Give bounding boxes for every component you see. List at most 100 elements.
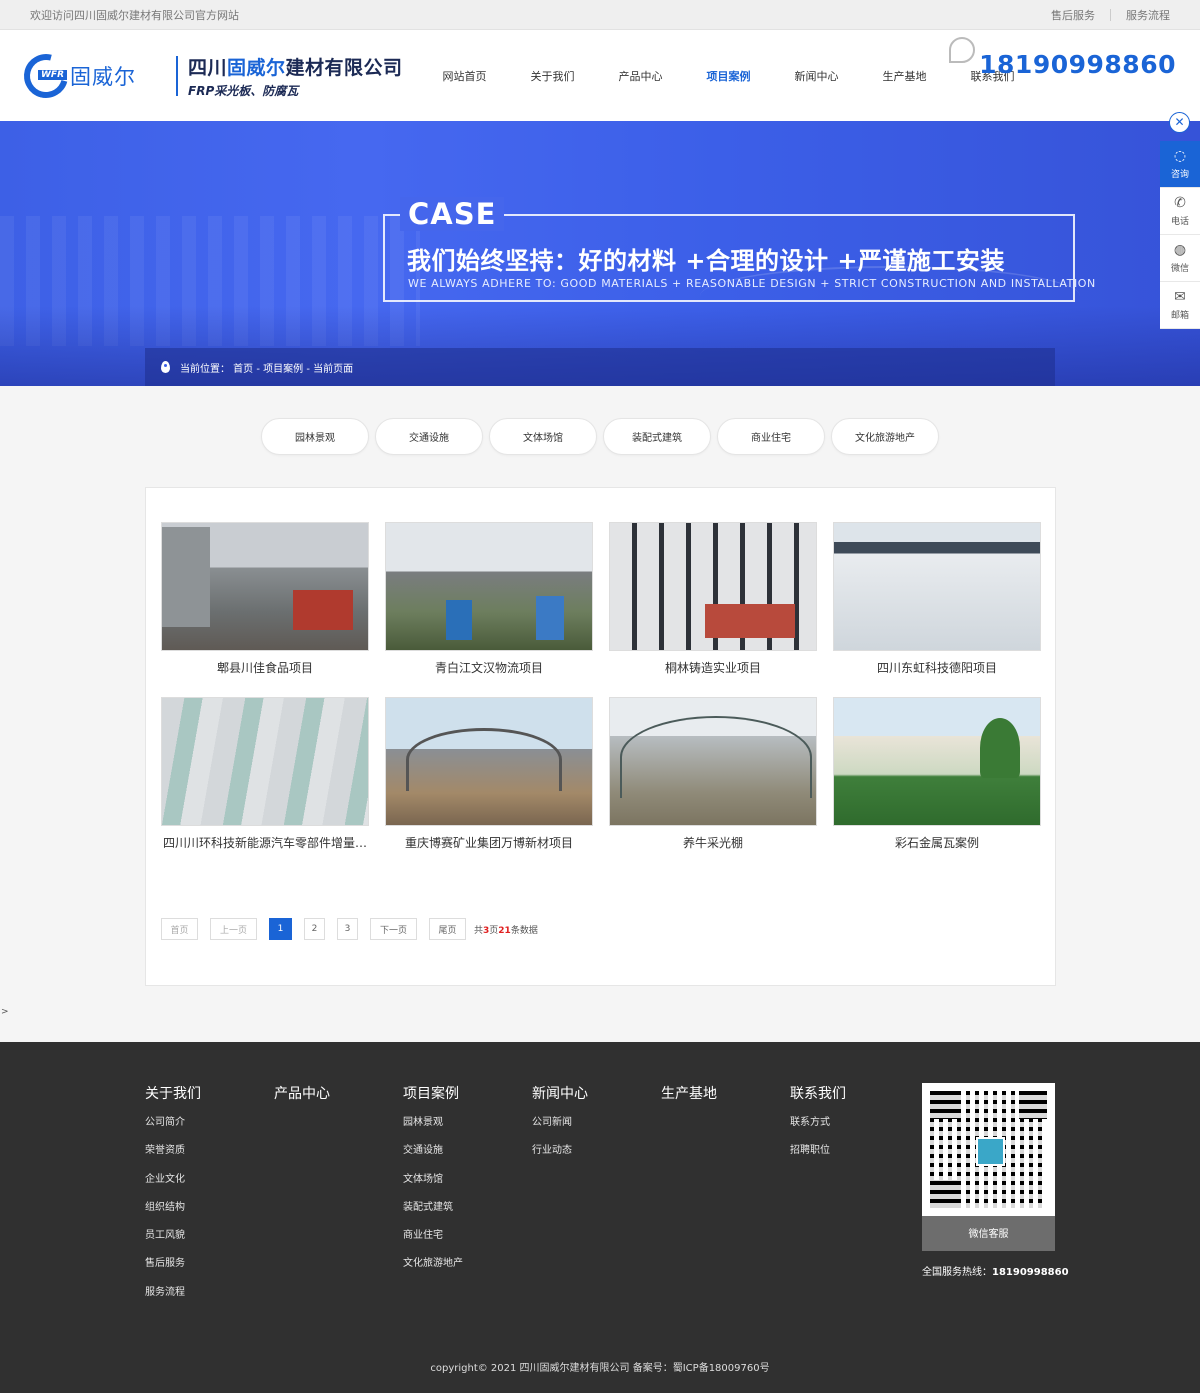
case-image[interactable] xyxy=(161,522,369,651)
pager-last[interactable]: 尾页 xyxy=(429,918,466,940)
footer-link[interactable]: 企业文化 xyxy=(145,1172,274,1200)
company-name-prefix: 四川 xyxy=(188,56,228,79)
case-title[interactable]: 青白江文汉物流项目 xyxy=(385,651,593,686)
side-item-consult[interactable]: ◌ 咨询 xyxy=(1160,141,1200,188)
tab-commercial-residential[interactable]: 商业住宅 xyxy=(717,418,825,455)
side-close-button[interactable]: ✕ xyxy=(1169,112,1190,133)
phone-number: 18190998860 xyxy=(979,50,1176,79)
case-list-panel: 郫县川佳食品项目 青白江文汉物流项目 桐林铸造实业项目 四川东虹科技德阳项目 四… xyxy=(145,487,1056,986)
case-card[interactable]: 养牛采光棚 xyxy=(609,697,817,861)
banner-slogan-en: WE ALWAYS ADHERE TO: GOOD MATERIALS + RE… xyxy=(408,277,1096,290)
case-image[interactable] xyxy=(385,697,593,826)
footer-link[interactable]: 荣誉资质 xyxy=(145,1143,274,1171)
footer-col-title[interactable]: 联系我们 xyxy=(790,1083,919,1102)
tab-traffic[interactable]: 交通设施 xyxy=(375,418,483,455)
footer-link[interactable]: 行业动态 xyxy=(532,1143,661,1171)
banner-slogan: 我们始终坚持：好的材料 +合理的设计 +严谨施工安装 xyxy=(407,247,1005,275)
case-card[interactable]: 四川东虹科技德阳项目 xyxy=(833,522,1041,686)
case-image[interactable] xyxy=(609,697,817,826)
nav-products[interactable]: 产品中心 xyxy=(619,68,707,84)
wechat-icon: ◍ xyxy=(1173,242,1187,258)
pager-page-1[interactable]: 1 xyxy=(269,918,292,940)
case-grid: 郫县川佳食品项目 青白江文汉物流项目 桐林铸造实业项目 四川东虹科技德阳项目 四… xyxy=(161,522,1041,861)
welcome-text: 欢迎访问四川固威尔建材有限公司官方网站 xyxy=(30,8,239,22)
footer-col-title[interactable]: 项目案例 xyxy=(403,1083,532,1102)
case-title[interactable]: 四川川环科技新能源汽车零部件增量… xyxy=(161,826,369,861)
case-image[interactable] xyxy=(161,697,369,826)
hotline-label: 全国服务热线： xyxy=(922,1267,992,1278)
case-image[interactable] xyxy=(833,697,1041,826)
footer-link[interactable]: 交通设施 xyxy=(403,1143,532,1171)
logo[interactable]: WFR 固威尔 xyxy=(15,45,156,106)
footer-columns: 关于我们 公司简介 荣誉资质 企业文化 组织结构 员工风貌 售后服务 服务流程 … xyxy=(145,1083,919,1313)
footer-link[interactable]: 公司简介 xyxy=(145,1115,274,1143)
tab-prefab-building[interactable]: 装配式建筑 xyxy=(603,418,711,455)
pager-page-2[interactable]: 2 xyxy=(304,918,325,940)
footer-link[interactable]: 组织结构 xyxy=(145,1200,274,1228)
nav-news[interactable]: 新闻中心 xyxy=(795,68,883,84)
top-link-service-process[interactable]: 服务流程 xyxy=(1126,7,1170,23)
site-footer: 关于我们 公司简介 荣誉资质 企业文化 组织结构 员工风貌 售后服务 服务流程 … xyxy=(0,1042,1200,1393)
footer-col-title[interactable]: 产品中心 xyxy=(274,1083,403,1102)
category-tabs: 园林景观 交通设施 文体场馆 装配式建筑 商业住宅 文化旅游地产 xyxy=(0,418,1200,455)
tab-landscape[interactable]: 园林景观 xyxy=(261,418,369,455)
pager-next[interactable]: 下一页 xyxy=(370,918,417,940)
footer-link[interactable]: 员工风貌 xyxy=(145,1228,274,1256)
footer-link[interactable]: 联系方式 xyxy=(790,1115,919,1143)
case-card[interactable]: 青白江文汉物流项目 xyxy=(385,522,593,686)
pager-page-3[interactable]: 3 xyxy=(337,918,358,940)
nav-home[interactable]: 网站首页 xyxy=(443,68,531,84)
case-title[interactable]: 郫县川佳食品项目 xyxy=(161,651,369,686)
footer-link[interactable]: 文化旅游地产 xyxy=(403,1256,532,1284)
wechat-qr-block: 微信客服 xyxy=(922,1083,1055,1251)
footer-link[interactable]: 服务流程 xyxy=(145,1285,274,1313)
case-title[interactable]: 养牛采光棚 xyxy=(609,826,817,861)
case-card[interactable]: 桐林铸造实业项目 xyxy=(609,522,817,686)
tab-sports-venue[interactable]: 文体场馆 xyxy=(489,418,597,455)
footer-link[interactable]: 文体场馆 xyxy=(403,1172,532,1200)
top-links: 售后服务 服务流程 xyxy=(1051,7,1170,23)
side-item-label: 微信 xyxy=(1170,264,1189,274)
breadcrumb: 当前位置： 首页 - 项目案例 - 当前页面 xyxy=(145,348,1055,386)
case-title[interactable]: 重庆博赛矿业集团万博新材项目 xyxy=(385,826,593,861)
footer-col-title[interactable]: 关于我们 xyxy=(145,1083,274,1102)
case-title[interactable]: 四川东虹科技德阳项目 xyxy=(833,651,1041,686)
qr-code-image xyxy=(922,1083,1055,1216)
pager-first[interactable]: 首页 xyxy=(161,918,198,940)
case-image[interactable] xyxy=(609,522,817,651)
footer-link[interactable]: 售后服务 xyxy=(145,1256,274,1284)
logo-text: 固威尔 xyxy=(70,64,136,89)
top-link-after-sales[interactable]: 售后服务 xyxy=(1051,7,1095,23)
case-image[interactable] xyxy=(833,522,1041,651)
side-item-mail[interactable]: ✉ 邮箱 xyxy=(1160,282,1200,329)
footer-col-title[interactable]: 生产基地 xyxy=(661,1083,790,1102)
case-card[interactable]: 四川川环科技新能源汽车零部件增量… xyxy=(161,697,369,861)
footer-link[interactable]: 商业住宅 xyxy=(403,1228,532,1256)
nav-cases[interactable]: 项目案例 xyxy=(707,68,795,84)
footer-col-title[interactable]: 新闻中心 xyxy=(532,1083,661,1102)
footer-col-products: 产品中心 xyxy=(274,1083,403,1313)
case-title[interactable]: 桐林铸造实业项目 xyxy=(609,651,817,686)
top-bar: 欢迎访问四川固威尔建材有限公司官方网站 售后服务 服务流程 xyxy=(0,0,1200,30)
pager-prev[interactable]: 上一页 xyxy=(210,918,257,940)
case-title[interactable]: 彩石金属瓦案例 xyxy=(833,826,1041,861)
side-item-wechat[interactable]: ◍ 微信 xyxy=(1160,235,1200,282)
case-card[interactable]: 郫县川佳食品项目 xyxy=(161,522,369,686)
breadcrumb-text[interactable]: 当前位置： 首页 - 项目案例 - 当前页面 xyxy=(180,360,353,375)
footer-link[interactable]: 招聘职位 xyxy=(790,1143,919,1171)
banner: CASE 我们始终坚持：好的材料 +合理的设计 +严谨施工安装 WE ALWAY… xyxy=(0,121,1200,386)
side-item-phone[interactable]: ✆ 电话 xyxy=(1160,188,1200,235)
case-image[interactable] xyxy=(385,522,593,651)
tab-culture-tourism[interactable]: 文化旅游地产 xyxy=(831,418,939,455)
case-card[interactable]: 重庆博赛矿业集团万博新材项目 xyxy=(385,697,593,861)
footer-link[interactable]: 公司新闻 xyxy=(532,1115,661,1143)
pager-total-items: 21 xyxy=(498,925,511,936)
footer-link[interactable]: 装配式建筑 xyxy=(403,1200,532,1228)
nav-about[interactable]: 关于我们 xyxy=(531,68,619,84)
pagination: 首页 上一页 1 2 3 下一页 尾页 共3页21条数据 xyxy=(161,918,538,940)
case-card[interactable]: 彩石金属瓦案例 xyxy=(833,697,1041,861)
side-item-label: 邮箱 xyxy=(1170,311,1189,321)
footer-link[interactable]: 园林景观 xyxy=(403,1115,532,1143)
pager-info-text: 共 xyxy=(474,925,484,936)
phone-icon xyxy=(949,37,976,63)
